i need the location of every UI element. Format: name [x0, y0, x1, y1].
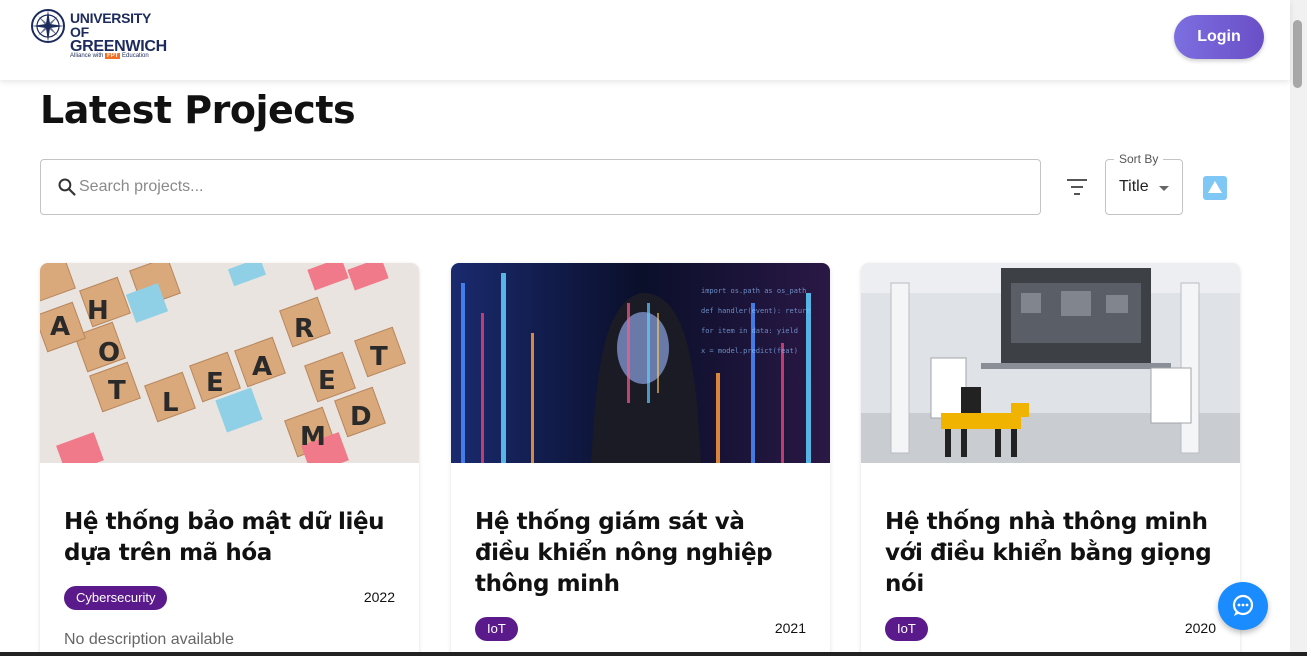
sort-by-value: Title: [1119, 178, 1149, 195]
svg-text:H: H: [87, 296, 109, 326]
project-card[interactable]: HOT LEA RET DMA Hệ thống bảo mật dữ liệu…: [40, 263, 419, 656]
chevron-down-icon: [1159, 186, 1169, 191]
sort-by-select[interactable]: Sort By Title: [1105, 152, 1183, 215]
filter-icon: [1067, 179, 1087, 195]
filter-button[interactable]: [1063, 174, 1091, 200]
fpt-logo: FPT: [105, 53, 121, 59]
top-header: UNIVERSITY OF GREENWICH Alliance with FP…: [0, 0, 1290, 80]
project-image-data-woman: import os.path as os_path def handler(ev…: [451, 263, 830, 463]
page-title: Latest Projects: [40, 88, 356, 132]
svg-text:D: D: [350, 402, 372, 432]
svg-text:def handler(event): return: def handler(event): return: [701, 307, 811, 315]
sort-order-button[interactable]: [1203, 176, 1227, 200]
sort-ascending-icon: [1208, 181, 1222, 193]
project-title[interactable]: Hệ thống giám sát và điều khiển nông ngh…: [475, 507, 805, 600]
project-year: 2022: [363, 589, 395, 605]
svg-text:O: O: [98, 338, 120, 368]
project-image-factory-robot: [861, 263, 1240, 463]
compass-emblem-icon: [31, 9, 65, 43]
project-card[interactable]: import os.path as os_path def handler(ev…: [451, 263, 830, 656]
project-year: 2020: [1184, 620, 1216, 636]
svg-text:M: M: [300, 422, 326, 452]
scrollbar-thumb[interactable]: [1293, 20, 1302, 88]
education-label: Education: [122, 53, 149, 59]
search-icon: [58, 178, 76, 196]
project-category-tag[interactable]: IoT: [475, 617, 518, 641]
svg-text:R: R: [294, 314, 314, 344]
search-input[interactable]: [79, 174, 1019, 200]
svg-text:E: E: [206, 368, 224, 398]
svg-text:import os.path as os_path: import os.path as os_path: [701, 287, 806, 295]
project-category-tag[interactable]: Cybersecurity: [64, 586, 168, 610]
svg-text:A: A: [50, 312, 70, 342]
svg-text:A: A: [252, 352, 272, 382]
svg-text:E: E: [318, 366, 336, 396]
project-card[interactable]: Hệ thống nhà thông minh với điều khiển b…: [861, 263, 1240, 656]
alliance-text: Alliance with FPT Education: [70, 53, 149, 59]
university-name: UNIVERSITY OF GREENWICH: [70, 11, 167, 55]
svg-text:T: T: [108, 376, 126, 406]
project-title[interactable]: Hệ thống bảo mật dữ liệu dựa trên mã hóa: [64, 507, 394, 569]
alliance-label: Alliance with: [70, 53, 104, 59]
svg-text:x = model.predict(feat): x = model.predict(feat): [701, 347, 798, 355]
svg-text:T: T: [370, 342, 388, 372]
window-bottom-edge: [0, 652, 1307, 656]
login-button[interactable]: Login: [1174, 15, 1264, 59]
project-category-tag[interactable]: IoT: [885, 617, 928, 641]
logo-line1: UNIVERSITY OF: [70, 10, 151, 40]
project-year: 2021: [774, 620, 806, 636]
project-title[interactable]: Hệ thống nhà thông minh với điều khiển b…: [885, 507, 1215, 600]
svg-text:for item in data: yield: for item in data: yield: [701, 327, 798, 335]
page-scrollbar[interactable]: [1290, 0, 1307, 656]
chat-icon: [1232, 594, 1254, 616]
svg-text:L: L: [162, 388, 179, 418]
university-logo[interactable]: UNIVERSITY OF GREENWICH Alliance with FP…: [30, 8, 167, 64]
sort-by-label: Sort By: [1114, 152, 1164, 166]
chat-button[interactable]: [1218, 582, 1268, 630]
search-field[interactable]: [40, 159, 1041, 215]
project-image-scrabble: HOT LEA RET DMA: [40, 263, 419, 463]
project-description: No description available: [64, 631, 234, 648]
